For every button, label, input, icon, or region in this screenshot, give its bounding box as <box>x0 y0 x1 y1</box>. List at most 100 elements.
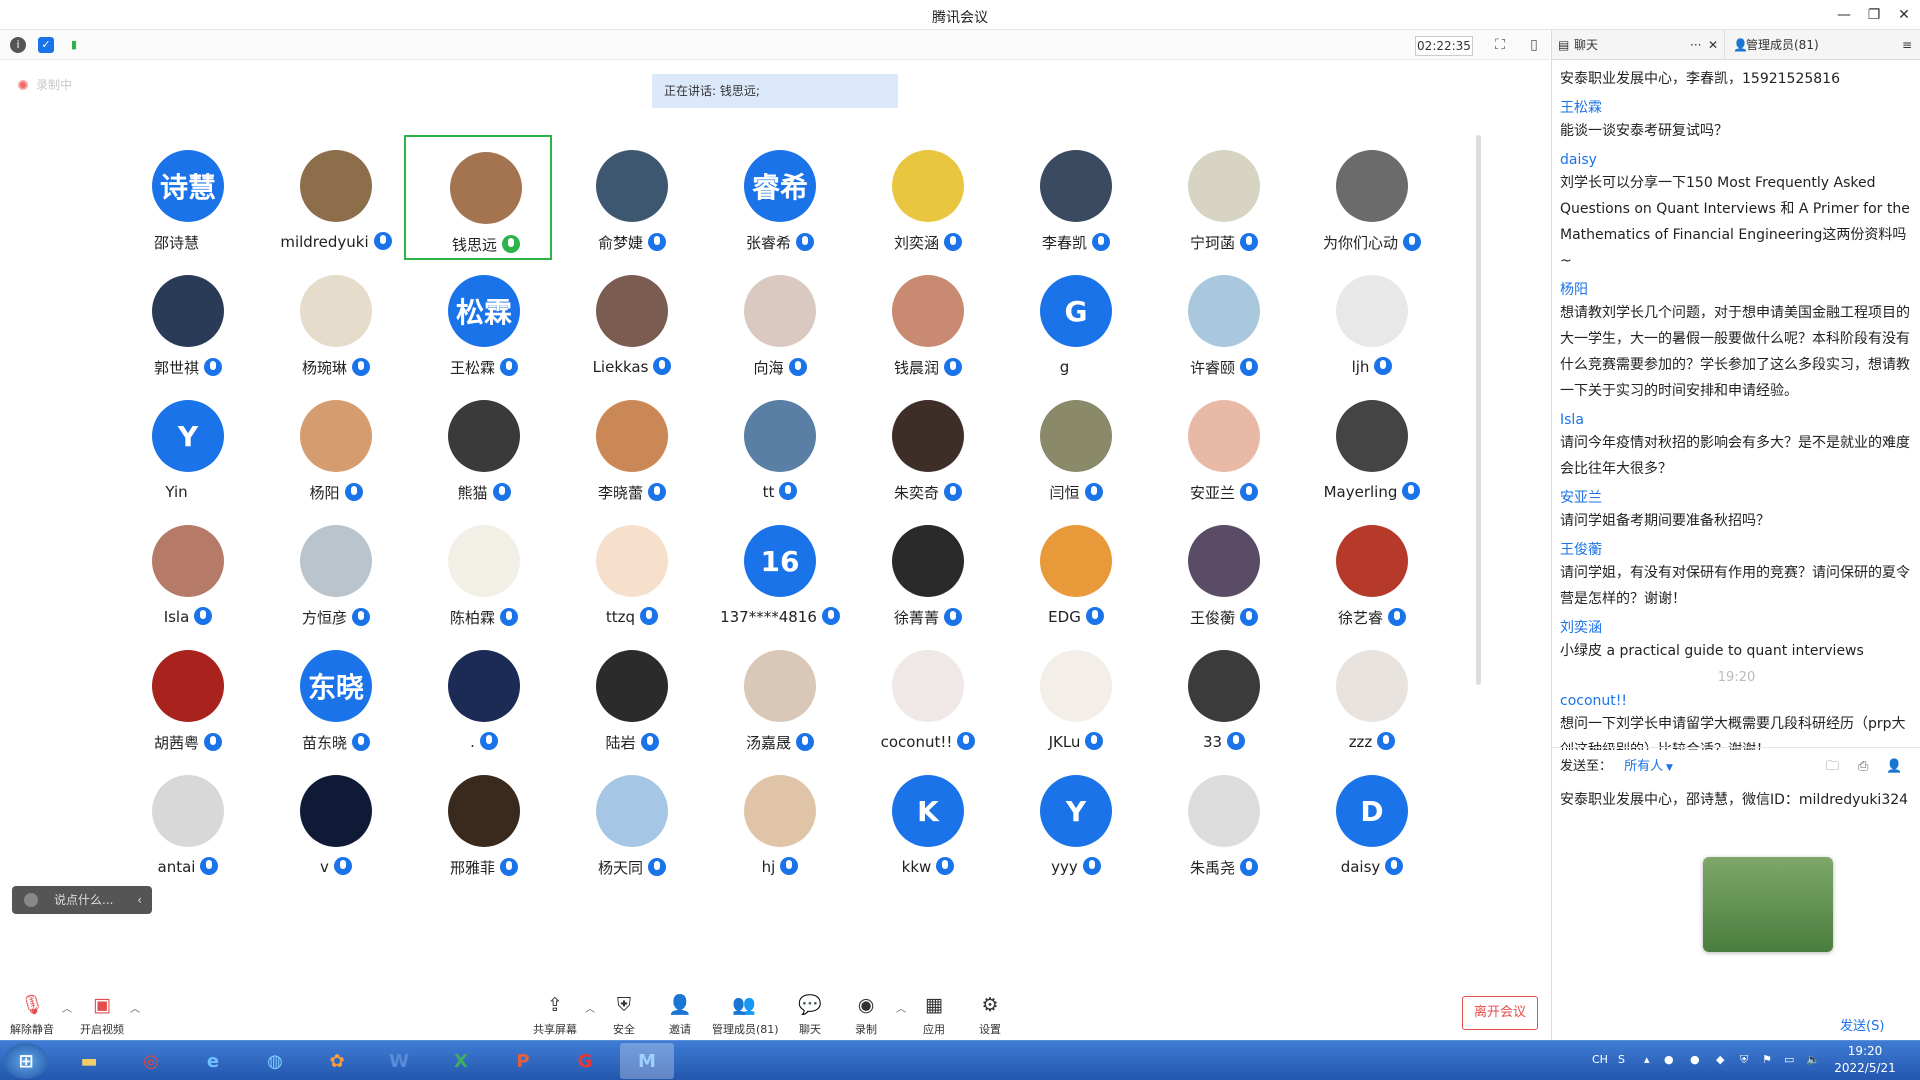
tray-expand-icon[interactable]: ▴ <box>1644 1053 1650 1066</box>
participant-tile[interactable]: 睿希 张睿希 <box>700 135 848 260</box>
collapse-icon[interactable]: ‹ <box>137 886 142 914</box>
security-button[interactable]: ⛨ 安全 <box>592 993 656 1037</box>
taskbar-clock[interactable]: 19:20 2022/5/21 <box>1830 1043 1900 1077</box>
file-icon[interactable]: 🗀 <box>1826 748 1839 786</box>
apps-button[interactable]: ▦ 应用 <box>902 993 966 1037</box>
participant-tile[interactable]: 钱思远 <box>404 135 552 260</box>
message-sender[interactable]: coconut!! <box>1560 691 1913 711</box>
settings-button[interactable]: ⚙ 设置 <box>958 993 1022 1037</box>
input-method-icon[interactable]: S <box>1618 1053 1625 1066</box>
restore-button[interactable]: ❐ <box>1860 4 1888 26</box>
signal-icon[interactable]: ▮ <box>66 37 82 53</box>
participant-tile[interactable]: 徐艺睿 <box>1292 510 1440 635</box>
shield-tray-icon[interactable]: ⛨ <box>1740 1053 1748 1067</box>
chrome-icon[interactable]: ◎ <box>124 1043 178 1079</box>
participant-tile[interactable]: 东晓 苗东晓 <box>256 635 404 760</box>
participant-tile[interactable]: 王俊蘅 <box>1144 510 1292 635</box>
flag-icon[interactable]: ⚑ <box>1762 1053 1772 1066</box>
red-app-icon[interactable]: G <box>558 1043 612 1079</box>
photo-app-icon[interactable]: ✿ <box>310 1043 364 1079</box>
participant-tile[interactable]: 杨天同 <box>552 760 700 885</box>
participant-tile[interactable]: 陆岩 <box>552 635 700 760</box>
participant-tile[interactable]: 16 137****4816 <box>700 510 848 635</box>
record-button[interactable]: ◉ 录制 <box>834 993 898 1037</box>
unmute-button[interactable]: 🎙 解除静音 <box>0 993 64 1037</box>
person-settings-icon[interactable]: 👤 <box>1886 748 1902 786</box>
participant-tile[interactable]: 陈柏霖 <box>404 510 552 635</box>
participant-tile[interactable]: 熊猫 <box>404 385 552 510</box>
message-sender[interactable]: 杨阳 <box>1560 280 1913 300</box>
browser-icon[interactable]: ◍ <box>248 1043 302 1079</box>
participant-tile[interactable]: 向海 <box>700 260 848 385</box>
layout-icon[interactable]: ▯ <box>1524 36 1544 54</box>
tencent-meeting-icon[interactable]: M <box>620 1043 674 1079</box>
participant-tile[interactable]: 刘奕涵 <box>848 135 996 260</box>
tab-chat[interactable]: 聊天 <box>1574 30 1598 60</box>
chat-input[interactable]: 安泰职业发展中心，邵诗慧，微信ID：mildredyuki324 <box>1560 785 1910 815</box>
excel-icon[interactable]: X <box>434 1043 488 1079</box>
panel-menu-icon[interactable]: ≡ <box>1902 30 1912 60</box>
chat-button[interactable]: 💬 聊天 <box>778 993 842 1037</box>
message-sender[interactable]: Isla <box>1560 410 1913 430</box>
minimize-button[interactable]: — <box>1830 4 1858 26</box>
participant-tile[interactable]: zzz <box>1292 635 1440 760</box>
participant-tile[interactable]: 松霖 王松霖 <box>404 260 552 385</box>
message-sender[interactable]: 安亚兰 <box>1560 488 1913 508</box>
message-sender[interactable]: 刘奕涵 <box>1560 618 1913 638</box>
participant-tile[interactable]: 李晓蕾 <box>552 385 700 510</box>
participant-tile[interactable]: Isla <box>108 510 256 635</box>
start-video-button[interactable]: ▣ 开启视频 <box>70 993 134 1037</box>
file-explorer-icon[interactable]: ▬ <box>62 1043 116 1079</box>
participant-tile[interactable]: Ddaisy <box>1292 760 1440 885</box>
leave-meeting-button[interactable]: 离开会议 <box>1462 996 1538 1030</box>
participant-tile[interactable]: Gg <box>996 260 1144 385</box>
participant-tile[interactable]: EDG <box>996 510 1144 635</box>
participant-tile[interactable]: 诗慧 邵诗慧 <box>108 135 256 260</box>
participant-tile[interactable]: tt <box>700 385 848 510</box>
word-icon[interactable]: W <box>372 1043 426 1079</box>
participant-tile[interactable]: 钱晨润 <box>848 260 996 385</box>
participant-tile[interactable]: mildredyuki <box>256 135 404 260</box>
video-options-caret[interactable]: ︿ <box>130 1000 140 1015</box>
participant-tile[interactable]: JKLu <box>996 635 1144 760</box>
participant-tile[interactable]: 杨琬琳 <box>256 260 404 385</box>
powerpoint-icon[interactable]: P <box>496 1043 550 1079</box>
participant-tile[interactable]: 朱奕奇 <box>848 385 996 510</box>
participant-tile[interactable]: Kkkw <box>848 760 996 885</box>
volume-icon[interactable]: 🔈 <box>1806 1053 1820 1066</box>
chevron-down-icon[interactable]: ▼ <box>1663 763 1673 773</box>
network-icon[interactable]: ▭ <box>1784 1053 1794 1066</box>
participant-tile[interactable]: 许睿颐 <box>1144 260 1292 385</box>
wechat-icon[interactable]: ● <box>1664 1053 1674 1066</box>
screenshot-icon[interactable]: ⎙ <box>1858 748 1868 786</box>
participant-tile[interactable]: 李春凯 <box>996 135 1144 260</box>
quick-chat-input[interactable]: 说点什么... ‹ <box>12 886 152 914</box>
tab-members[interactable]: 管理成员(81) <box>1746 30 1819 60</box>
fullscreen-icon[interactable]: ⛶ <box>1490 36 1510 54</box>
invite-button[interactable]: 👤 邀请 <box>648 993 712 1037</box>
message-sender[interactable]: 王俊蘅 <box>1560 540 1913 560</box>
info-icon[interactable]: i <box>10 37 26 53</box>
participant-tile[interactable]: ljh <box>1292 260 1440 385</box>
participant-tile[interactable]: 为你们心动 <box>1292 135 1440 260</box>
participant-tile[interactable]: . <box>404 635 552 760</box>
participant-tile[interactable]: 宁珂菡 <box>1144 135 1292 260</box>
share-screen-button[interactable]: ⇪ 共享屏幕 <box>523 993 587 1037</box>
participant-tile[interactable]: 朱禹尧 <box>1144 760 1292 885</box>
participant-tile[interactable]: 汤嘉晟 <box>700 635 848 760</box>
security-tray-icon[interactable]: ◆ <box>1716 1053 1724 1066</box>
wechat-work-icon[interactable]: ● <box>1690 1053 1700 1066</box>
participant-tile[interactable]: hj <box>700 760 848 885</box>
participant-tile[interactable]: 闫恒 <box>996 385 1144 510</box>
send-to-select[interactable]: 所有人 <box>1624 759 1663 774</box>
ime-indicator[interactable]: CH <box>1592 1053 1608 1066</box>
participant-tile[interactable]: 33 <box>1144 635 1292 760</box>
manage-members-button[interactable]: 👥 管理成员(81) <box>712 993 779 1037</box>
participant-tile[interactable]: v <box>256 760 404 885</box>
participant-tile[interactable]: 俞梦婕 <box>552 135 700 260</box>
grid-scrollbar[interactable] <box>1476 135 1481 685</box>
more-icon[interactable]: ··· <box>1690 30 1701 60</box>
participant-tile[interactable]: ttzq <box>552 510 700 635</box>
participant-tile[interactable]: Liekkas <box>552 260 700 385</box>
participant-tile[interactable]: 徐菁菁 <box>848 510 996 635</box>
